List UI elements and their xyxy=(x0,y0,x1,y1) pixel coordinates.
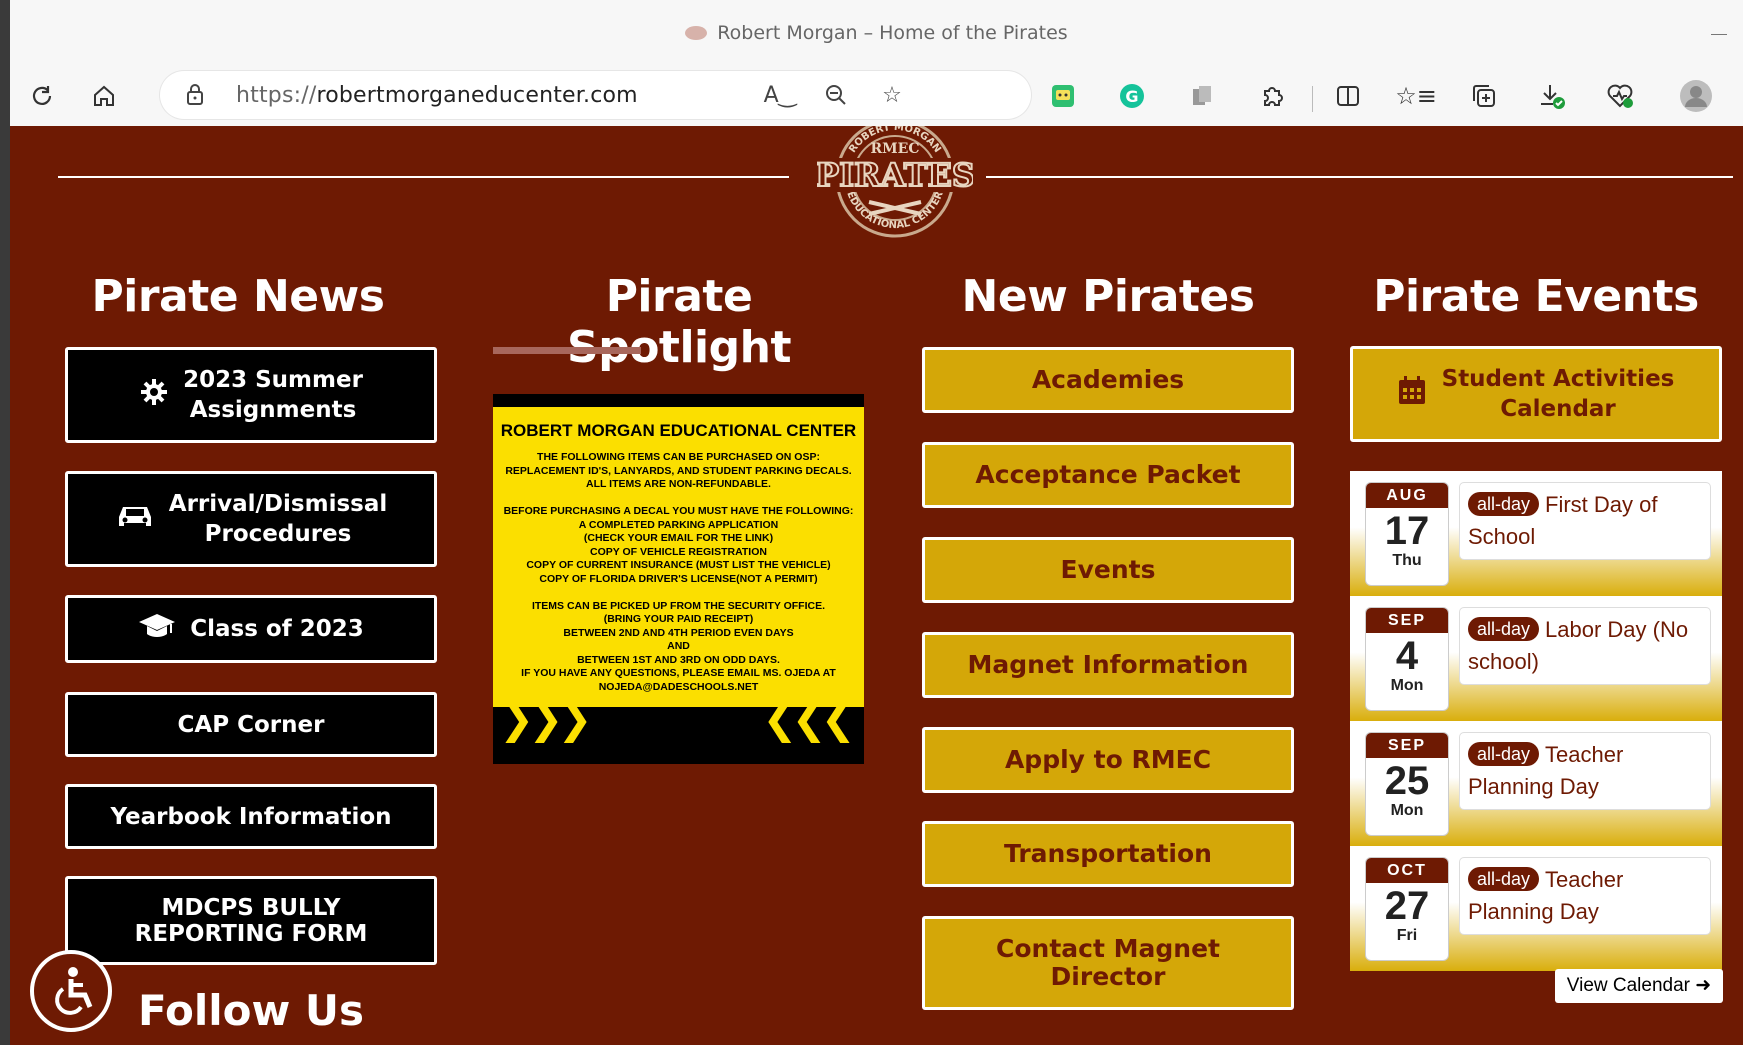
all-day-badge: all-day xyxy=(1468,867,1540,891)
pirate-events-title: Pirate Events xyxy=(1373,271,1699,322)
spotlight-underline xyxy=(493,347,641,354)
news-label: MDCPS BULLY REPORTING FORM xyxy=(134,894,368,947)
svg-text:RMEC: RMEC xyxy=(871,141,920,157)
browser-window: Robert Morgan – Home of the Pirates http… xyxy=(10,0,1743,1045)
events-list: AUG 17 Thu all-day First Day of School SE… xyxy=(1350,471,1722,971)
arrival-dismissal-button[interactable]: Arrival/Dismissal Procedures xyxy=(65,471,437,567)
title-bar: Robert Morgan – Home of the Pirates xyxy=(10,0,1743,68)
flyer-text: THE FOLLOWING ITEMS CAN BE PURCHASED ON … xyxy=(503,451,854,693)
event-item[interactable]: OCT 27 Fri all-day Teacher Planning Day xyxy=(1350,846,1722,971)
star-icon[interactable]: ☆ xyxy=(874,77,910,113)
browser-essentials-icon[interactable] xyxy=(1600,76,1640,116)
event-card[interactable]: all-day Teacher Planning Day xyxy=(1460,733,1710,809)
window-title: Robert Morgan – Home of the Pirates xyxy=(10,22,1743,44)
news-label: Class of 2023 xyxy=(190,616,364,642)
event-item[interactable]: SEP 4 Mon all-day Labor Day (No school) xyxy=(1350,596,1722,721)
graduation-cap-icon xyxy=(138,611,176,648)
flyer-body: ROBERT MORGAN EDUCATIONAL CENTER THE FOL… xyxy=(493,407,864,707)
chevrons-left-icon: ❮❮❮ xyxy=(762,694,856,743)
split-screen-icon[interactable] xyxy=(1328,76,1368,116)
toolbar-divider xyxy=(1312,86,1313,112)
event-date: AUG 17 Thu xyxy=(1366,483,1448,585)
event-card[interactable]: all-day Teacher Planning Day xyxy=(1460,858,1710,934)
car-icon xyxy=(115,501,155,538)
events-button[interactable]: Events xyxy=(922,537,1294,603)
student-activities-calendar-button[interactable]: Student Activities Calendar xyxy=(1350,346,1722,442)
all-day-badge: all-day xyxy=(1468,492,1540,516)
header-rule-left xyxy=(58,176,789,178)
zoom-out-icon[interactable] xyxy=(818,77,854,113)
news-label: Yearbook Information xyxy=(110,803,392,830)
url-text[interactable]: https://robertmorganeducenter.com xyxy=(236,83,638,108)
puzzle-icon[interactable] xyxy=(1252,76,1292,116)
extension-green-icon[interactable] xyxy=(1043,76,1083,116)
bully-reporting-button[interactable]: MDCPS BULLY REPORTING FORM xyxy=(65,876,437,965)
header-rule-right xyxy=(986,176,1733,178)
download-icon[interactable] xyxy=(1532,76,1572,116)
svg-text:G: G xyxy=(1125,87,1138,106)
collections-icon[interactable] xyxy=(1464,76,1504,116)
grammarly-icon[interactable]: G xyxy=(1112,76,1152,116)
news-label: CAP Corner xyxy=(177,711,325,738)
apply-to-rmec-button[interactable]: Apply to RMEC xyxy=(922,727,1294,793)
copy-extension-icon[interactable] xyxy=(1182,76,1222,116)
summer-assignments-button[interactable]: 2023 Summer Assignments xyxy=(65,347,437,443)
magnet-information-button[interactable]: Magnet Information xyxy=(922,632,1294,698)
view-calendar-link[interactable]: View Calendar ➜ xyxy=(1555,969,1723,1003)
event-item[interactable]: SEP 25 Mon all-day Teacher Planning Day xyxy=(1350,721,1722,846)
read-aloud-icon[interactable]: A‿ xyxy=(762,77,798,113)
spotlight-flyer[interactable]: ROBERT MORGAN EDUCATIONAL CENTER THE FOL… xyxy=(493,394,864,764)
chevrons-right-icon: ❯❯❯ xyxy=(499,694,593,743)
flyer-heading: ROBERT MORGAN EDUCATIONAL CENTER xyxy=(500,421,857,440)
pirate-spotlight-title: Pirate Spotlight xyxy=(567,271,791,373)
profile-icon[interactable] xyxy=(1676,76,1716,116)
all-day-badge: all-day xyxy=(1468,742,1540,766)
calendar-button-label: Student Activities Calendar xyxy=(1441,366,1675,422)
reload-icon[interactable] xyxy=(22,76,62,116)
pirates-logo[interactable]: ROBERT MORGAN EDUCATIONAL CENTER RMEC PI… xyxy=(817,126,973,244)
favorites-icon[interactable]: ☆≡ xyxy=(1395,76,1437,116)
lock-icon[interactable] xyxy=(186,83,204,105)
home-icon[interactable] xyxy=(84,76,124,116)
event-date: SEP 25 Mon xyxy=(1366,733,1448,835)
svg-text:PIRATES: PIRATES xyxy=(817,156,973,194)
browser-toolbar: https://robertmorganeducenter.com A‿ ☆ G… xyxy=(10,68,1743,126)
event-card[interactable]: all-day First Day of School xyxy=(1460,483,1710,559)
arrow-right-icon: ➜ xyxy=(1695,975,1712,996)
transportation-button[interactable]: Transportation xyxy=(922,821,1294,887)
pirate-news-title: Pirate News xyxy=(91,271,385,322)
cap-corner-button[interactable]: CAP Corner xyxy=(65,692,437,757)
all-day-badge: all-day xyxy=(1468,617,1540,641)
accessibility-button[interactable] xyxy=(30,950,112,1032)
yearbook-button[interactable]: Yearbook Information xyxy=(65,784,437,849)
web-page: ROBERT MORGAN EDUCATIONAL CENTER RMEC PI… xyxy=(10,126,1743,1045)
address-bar[interactable]: https://robertmorganeducenter.com A‿ ☆ xyxy=(160,71,1031,119)
favicon-icon xyxy=(685,26,708,40)
event-date: OCT 27 Fri xyxy=(1366,858,1448,960)
event-date: SEP 4 Mon xyxy=(1366,608,1448,710)
calendar-icon xyxy=(1398,375,1426,413)
news-label: 2023 Summer Assignments xyxy=(183,367,363,423)
wheelchair-icon xyxy=(55,967,93,1015)
new-pirates-title: New Pirates xyxy=(961,271,1255,322)
gear-icon xyxy=(139,377,169,414)
event-card[interactable]: all-day Labor Day (No school) xyxy=(1460,608,1710,684)
acceptance-packet-button[interactable]: Acceptance Packet xyxy=(922,442,1294,508)
event-item[interactable]: AUG 17 Thu all-day First Day of School xyxy=(1350,471,1722,596)
contact-magnet-director-button[interactable]: Contact Magnet Director xyxy=(922,916,1294,1010)
follow-us-heading: Follow Us xyxy=(137,986,365,1035)
academies-button[interactable]: Academies xyxy=(922,347,1294,413)
minimize-button[interactable] xyxy=(1711,34,1727,35)
news-label: Arrival/Dismissal Procedures xyxy=(168,491,388,547)
class-of-2023-button[interactable]: Class of 2023 xyxy=(65,595,437,663)
